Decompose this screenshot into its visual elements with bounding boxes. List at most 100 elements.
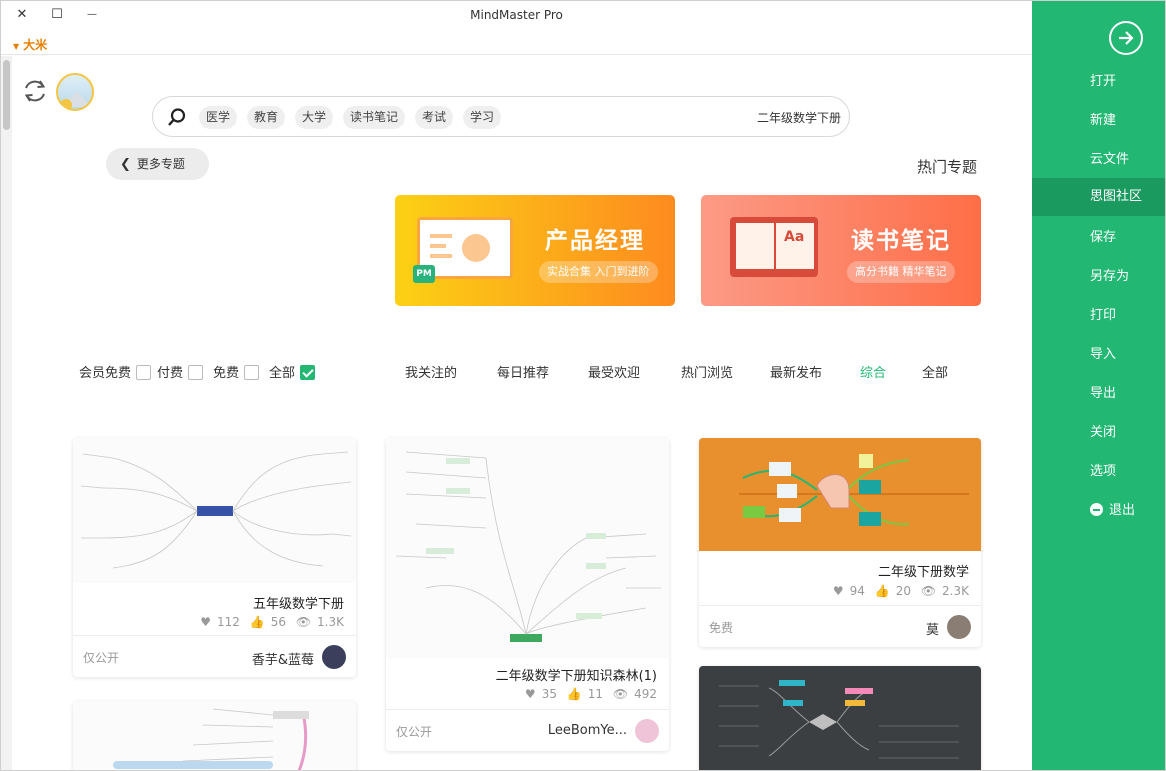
likes-count: 11 xyxy=(587,687,604,701)
card-thumbnail xyxy=(699,666,981,770)
arrow-circle-right-icon[interactable] xyxy=(1109,21,1143,55)
search-tag-university[interactable]: 大学 xyxy=(295,106,334,129)
sidebar-item-label: 退出 xyxy=(1109,503,1136,518)
sidebar-item-cloud-files[interactable]: 云文件 xyxy=(1032,141,1165,179)
filter-free[interactable]: 免费 xyxy=(213,362,260,381)
more-topics-label: 更多专题 xyxy=(136,157,185,171)
pm-badge: PM xyxy=(413,265,435,283)
sidebar-item-save-as[interactable]: 另存为 xyxy=(1032,258,1165,296)
favorites-count: 112 xyxy=(217,615,240,629)
line-shape xyxy=(430,254,452,258)
sidebar-item-close[interactable]: 关闭 xyxy=(1032,414,1165,452)
card-type: 仅公开 xyxy=(83,651,120,665)
card-thumbnail xyxy=(699,438,981,551)
tab-daily-recommend[interactable]: 每日推荐 xyxy=(497,362,549,381)
card-type: 仅公开 xyxy=(396,725,433,739)
user-avatar[interactable] xyxy=(56,73,94,111)
template-card[interactable] xyxy=(73,701,356,770)
sidebar-item-exit[interactable]: 退出 xyxy=(1032,492,1165,530)
title-bar: MindMaster Pro ✕ ☐ — ▼ 大米 xyxy=(1,1,1032,55)
thumbs-up-icon: 👍 xyxy=(249,615,265,629)
banner-subtitle: 高分书籍 精华笔记 xyxy=(847,261,955,283)
banner-subtitle: 实战合集 入门到进阶 xyxy=(539,261,658,283)
minimize-icon[interactable]: — xyxy=(81,5,103,25)
likes-count: 56 xyxy=(270,615,286,629)
thumbs-up-icon: 👍 xyxy=(874,584,890,598)
card-title: 二年级数学下册知识森林(1) xyxy=(495,669,657,684)
tab-most-popular[interactable]: 最受欢迎 xyxy=(588,362,640,381)
filter-label: 全部 xyxy=(269,366,296,381)
card-stats: ♥ 112 👍 56 👁 1.3K xyxy=(194,615,344,629)
search-tag-reading-notes[interactable]: 读书笔记 xyxy=(343,106,406,129)
template-card[interactable] xyxy=(699,666,981,770)
favorites-count: 94 xyxy=(849,584,865,598)
search-tag-education[interactable]: 教育 xyxy=(247,106,286,129)
tab-all[interactable]: 全部 xyxy=(922,362,948,381)
checkbox-icon[interactable] xyxy=(188,365,204,380)
search-tag-study[interactable]: 学习 xyxy=(463,106,502,129)
likes-count: 20 xyxy=(895,584,911,598)
sidebar-item-print[interactable]: 打印 xyxy=(1032,297,1165,335)
checkbox-checked-icon[interactable] xyxy=(300,365,316,380)
tab-latest[interactable]: 最新发布 xyxy=(770,362,822,381)
author-avatar[interactable] xyxy=(947,615,971,639)
book-illustration: Aa xyxy=(730,217,818,277)
filter-all[interactable]: 全部 xyxy=(269,362,316,381)
card-author[interactable]: 香芋&蓝莓 xyxy=(252,649,314,668)
author-avatar[interactable] xyxy=(635,719,659,743)
eye-icon: 👁 xyxy=(920,584,937,598)
sidebar-item-options[interactable]: 选项 xyxy=(1032,453,1165,491)
search-tag-exam[interactable]: 考试 xyxy=(415,106,454,129)
search-input[interactable]: 二年级数学下册 xyxy=(757,109,841,126)
card-author[interactable]: LeeBomYe... xyxy=(548,723,627,738)
filter-label: 免费 xyxy=(213,366,240,381)
more-topics-button[interactable]: ❮ 更多专题 xyxy=(106,148,209,180)
search-tag-medicine[interactable]: 医学 xyxy=(199,106,238,129)
sidebar-item-open[interactable]: 打开 xyxy=(1032,63,1165,101)
sidebar-item-export[interactable]: 导出 xyxy=(1032,375,1165,413)
sidebar-item-import[interactable]: 导入 xyxy=(1032,336,1165,374)
checkbox-icon[interactable] xyxy=(136,365,152,380)
book-aa-glyph: Aa xyxy=(784,229,805,245)
banner-reading-notes[interactable]: Aa 读书笔记 高分书籍 精华笔记 xyxy=(701,195,981,306)
close-icon[interactable]: ✕ xyxy=(11,5,33,25)
vip-badge-icon xyxy=(60,99,72,109)
hot-topics-heading: 热门专题 xyxy=(917,158,978,176)
card-author[interactable]: 莫 xyxy=(926,619,939,638)
author-avatar[interactable] xyxy=(322,645,346,669)
eye-icon: 👁 xyxy=(295,615,312,629)
card-footer: 仅公开 LeeBomYe... xyxy=(386,709,669,751)
app-window: MindMaster Pro ✕ ☐ — ▼ 大米 二年级数学下册 医学 教育 大… xyxy=(0,0,1166,771)
scrollbar-thumb[interactable] xyxy=(3,60,10,130)
maximize-icon[interactable]: ☐ xyxy=(46,5,68,25)
filter-label: 会员免费 xyxy=(79,366,132,381)
banner-product-manager[interactable]: PM 产品经理 实战合集 入门到进阶 xyxy=(395,195,675,306)
vertical-scrollbar[interactable] xyxy=(1,56,12,770)
pie-shape xyxy=(462,234,490,262)
checkbox-icon[interactable] xyxy=(244,365,260,380)
tab-following[interactable]: 我关注的 xyxy=(405,362,457,381)
line-shape xyxy=(430,244,446,248)
sidebar: 打开 新建 云文件 思图社区 保存 另存为 打印 导入 导出 关闭 选项 退出 xyxy=(1032,1,1165,770)
sidebar-item-new[interactable]: 新建 xyxy=(1032,102,1165,140)
sidebar-item-community[interactable]: 思图社区 xyxy=(1032,178,1165,216)
template-card[interactable]: 五年级数学下册 ♥ 112 👍 56 👁 1.3K 仅公开 香芋&蓝莓 xyxy=(73,438,356,677)
filter-member-free[interactable]: 会员免费 xyxy=(79,362,152,381)
user-menu[interactable]: ▼ 大米 xyxy=(13,36,47,53)
filter-label: 付费 xyxy=(157,366,184,381)
minus-circle-icon xyxy=(1090,503,1103,516)
refresh-icon[interactable] xyxy=(21,77,49,105)
tab-general[interactable]: 综合 xyxy=(860,362,886,381)
template-card[interactable]: 二年级下册数学 ♥ 94 👍 20 👁 2.3K 免费 莫 xyxy=(699,438,981,647)
search-bar[interactable]: 二年级数学下册 医学 教育 大学 读书笔记 考试 学习 xyxy=(152,96,850,137)
card-thumbnail xyxy=(386,438,669,658)
chevron-left-icon: ❮ xyxy=(120,157,131,172)
tab-hot-browse[interactable]: 热门浏览 xyxy=(681,362,733,381)
eye-icon: 👁 xyxy=(612,687,629,701)
template-card[interactable]: 二年级数学下册知识森林(1) ♥ 35 👍 11 👁 492 仅公开 LeeBomYe… xyxy=(386,438,669,751)
user-name: 大米 xyxy=(23,38,48,52)
sidebar-item-save[interactable]: 保存 xyxy=(1032,219,1165,257)
filter-paid[interactable]: 付费 xyxy=(157,362,204,381)
search-icon[interactable] xyxy=(167,107,187,127)
caret-down-icon: ▼ xyxy=(13,42,20,51)
